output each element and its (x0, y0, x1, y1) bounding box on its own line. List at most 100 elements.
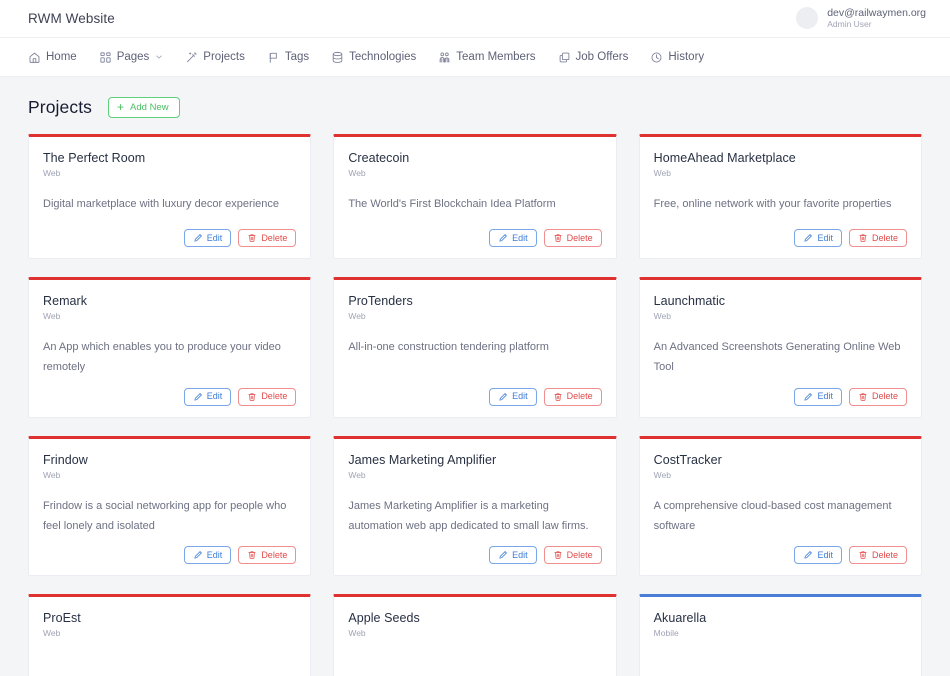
edit-label: Edit (206, 391, 223, 402)
edit-button[interactable]: Edit (794, 387, 842, 406)
edit-label: Edit (817, 391, 833, 402)
delete-button[interactable]: Delete (848, 546, 907, 565)
magic-wand-icon (185, 51, 198, 64)
nav-item-technologies[interactable]: Technologies (331, 51, 428, 64)
layers-icon (558, 51, 571, 64)
nav-item-label: Technologies (349, 51, 417, 63)
project-description: Frindow is a social networking app for p… (43, 499, 287, 533)
edit-label: Edit (206, 549, 223, 560)
delete-label: Delete (871, 549, 898, 560)
project-card: James Marketing Amplifier Web James Market… (333, 435, 617, 577)
delete-button[interactable]: Delete (848, 387, 907, 406)
project-title: Akuarella (653, 611, 707, 626)
edit-label: Edit (512, 391, 528, 402)
edit-button[interactable]: Edit (183, 387, 232, 406)
nav-item-projects[interactable]: Projects (185, 51, 257, 64)
project-actions: Edit Delete (43, 387, 297, 406)
trash-icon (247, 550, 257, 560)
project-title: HomeAhead Marketplace (653, 151, 796, 165)
trash-icon (553, 550, 563, 560)
project-card: ProTenders Web All-in-one construction ten… (333, 277, 617, 418)
project-description: James Marketing Amplifier is a marketing… (348, 499, 589, 533)
pencil-icon (193, 392, 203, 402)
pencil-icon (803, 392, 813, 402)
nav-item-home[interactable]: Home (28, 51, 89, 64)
trash-icon (858, 392, 868, 402)
nav-item-history[interactable]: History (650, 51, 716, 64)
delete-label: Delete (566, 232, 593, 243)
nav-item-label: Team Members (456, 51, 536, 63)
delete-button[interactable]: Delete (848, 229, 907, 247)
edit-button[interactable]: Edit (489, 387, 537, 406)
edit-button[interactable]: Edit (183, 229, 232, 247)
user-info: dev@railwaymen.org Admin User (827, 7, 926, 30)
project-description (43, 654, 296, 676)
delete-button[interactable]: Delete (238, 229, 297, 247)
delete-label: Delete (261, 391, 288, 402)
nav-item-pages[interactable]: Pages (99, 51, 176, 64)
add-new-button[interactable]: + Add New (108, 97, 180, 118)
project-actions: Edit Delete (654, 229, 907, 247)
project-card: Apple Seeds Web (333, 594, 617, 676)
nav-item-label: Pages (116, 51, 150, 63)
project-category: Web (653, 311, 671, 321)
nav-item-label: History (668, 51, 705, 63)
project-card: CostTracker Web A comprehensive cloud-base… (638, 435, 922, 577)
flag-icon (267, 51, 280, 64)
delete-button[interactable]: Delete (543, 546, 602, 565)
edit-button[interactable]: Edit (794, 546, 842, 565)
project-category: Web (348, 469, 366, 480)
delete-button[interactable]: Delete (543, 387, 602, 406)
nav-item-team-members[interactable]: Team Members (438, 51, 547, 64)
nav-item-label: Job Offers (575, 51, 629, 63)
pencil-icon (803, 550, 813, 560)
page-content: Projects + Add New The Perfect Room Web Di… (0, 77, 950, 676)
grid-icon (99, 51, 112, 64)
project-category: Web (43, 628, 61, 639)
edit-button[interactable]: Edit (183, 546, 232, 565)
edit-button[interactable]: Edit (489, 546, 537, 565)
edit-button[interactable]: Edit (794, 229, 842, 247)
delete-button[interactable]: Delete (238, 387, 297, 406)
page-header: Projects + Add New (28, 97, 922, 118)
project-card: Frindow Web Frindow is a social networking… (28, 435, 312, 577)
chevron-down-icon[interactable] (155, 53, 163, 61)
trash-icon (553, 233, 563, 243)
home-icon (28, 51, 41, 64)
project-description (654, 654, 907, 676)
project-actions: Edit Delete (348, 546, 602, 565)
project-category: Web (348, 311, 366, 321)
project-actions: Edit Delete (654, 546, 907, 565)
project-title: The Perfect Room (43, 151, 146, 165)
main-navigation: Home Pages Projects Tags Technologies Team Me… (0, 38, 950, 77)
project-title: James Marketing Amplifier (348, 452, 497, 467)
nav-item-label: Tags (284, 51, 310, 63)
project-card: Createcoin Web The World's First Blockchai… (333, 134, 617, 259)
nav-item-job-offers[interactable]: Job Offers (558, 51, 641, 64)
project-description: Digital marketplace with luxury decor ex… (43, 198, 279, 210)
trash-icon (858, 550, 868, 560)
project-description: An Advanced Screenshots Generating Onlin… (653, 341, 901, 374)
pencil-icon (803, 233, 813, 243)
project-description (348, 654, 601, 676)
delete-button[interactable]: Delete (238, 546, 297, 565)
delete-label: Delete (261, 232, 288, 243)
edit-button[interactable]: Edit (489, 229, 537, 247)
edit-label: Edit (817, 549, 833, 560)
delete-button[interactable]: Delete (543, 229, 602, 247)
project-actions: Edit Delete (43, 229, 297, 247)
nav-item-tags[interactable]: Tags (267, 51, 321, 64)
project-title: ProEst (43, 611, 81, 626)
user-menu[interactable]: dev@railwaymen.org Admin User (796, 7, 926, 30)
nav-item-label: Home (46, 51, 77, 63)
project-title: Apple Seeds (348, 611, 420, 626)
pencil-icon (498, 550, 508, 560)
project-category: Web (43, 168, 61, 178)
people-icon (438, 51, 451, 64)
project-card: The Perfect Room Web Digital marketplace w… (28, 134, 312, 259)
project-actions: Edit Delete (348, 387, 602, 406)
pencil-icon (498, 233, 508, 243)
delete-label: Delete (261, 549, 288, 560)
plus-icon: + (117, 100, 125, 114)
pencil-icon (498, 392, 508, 402)
